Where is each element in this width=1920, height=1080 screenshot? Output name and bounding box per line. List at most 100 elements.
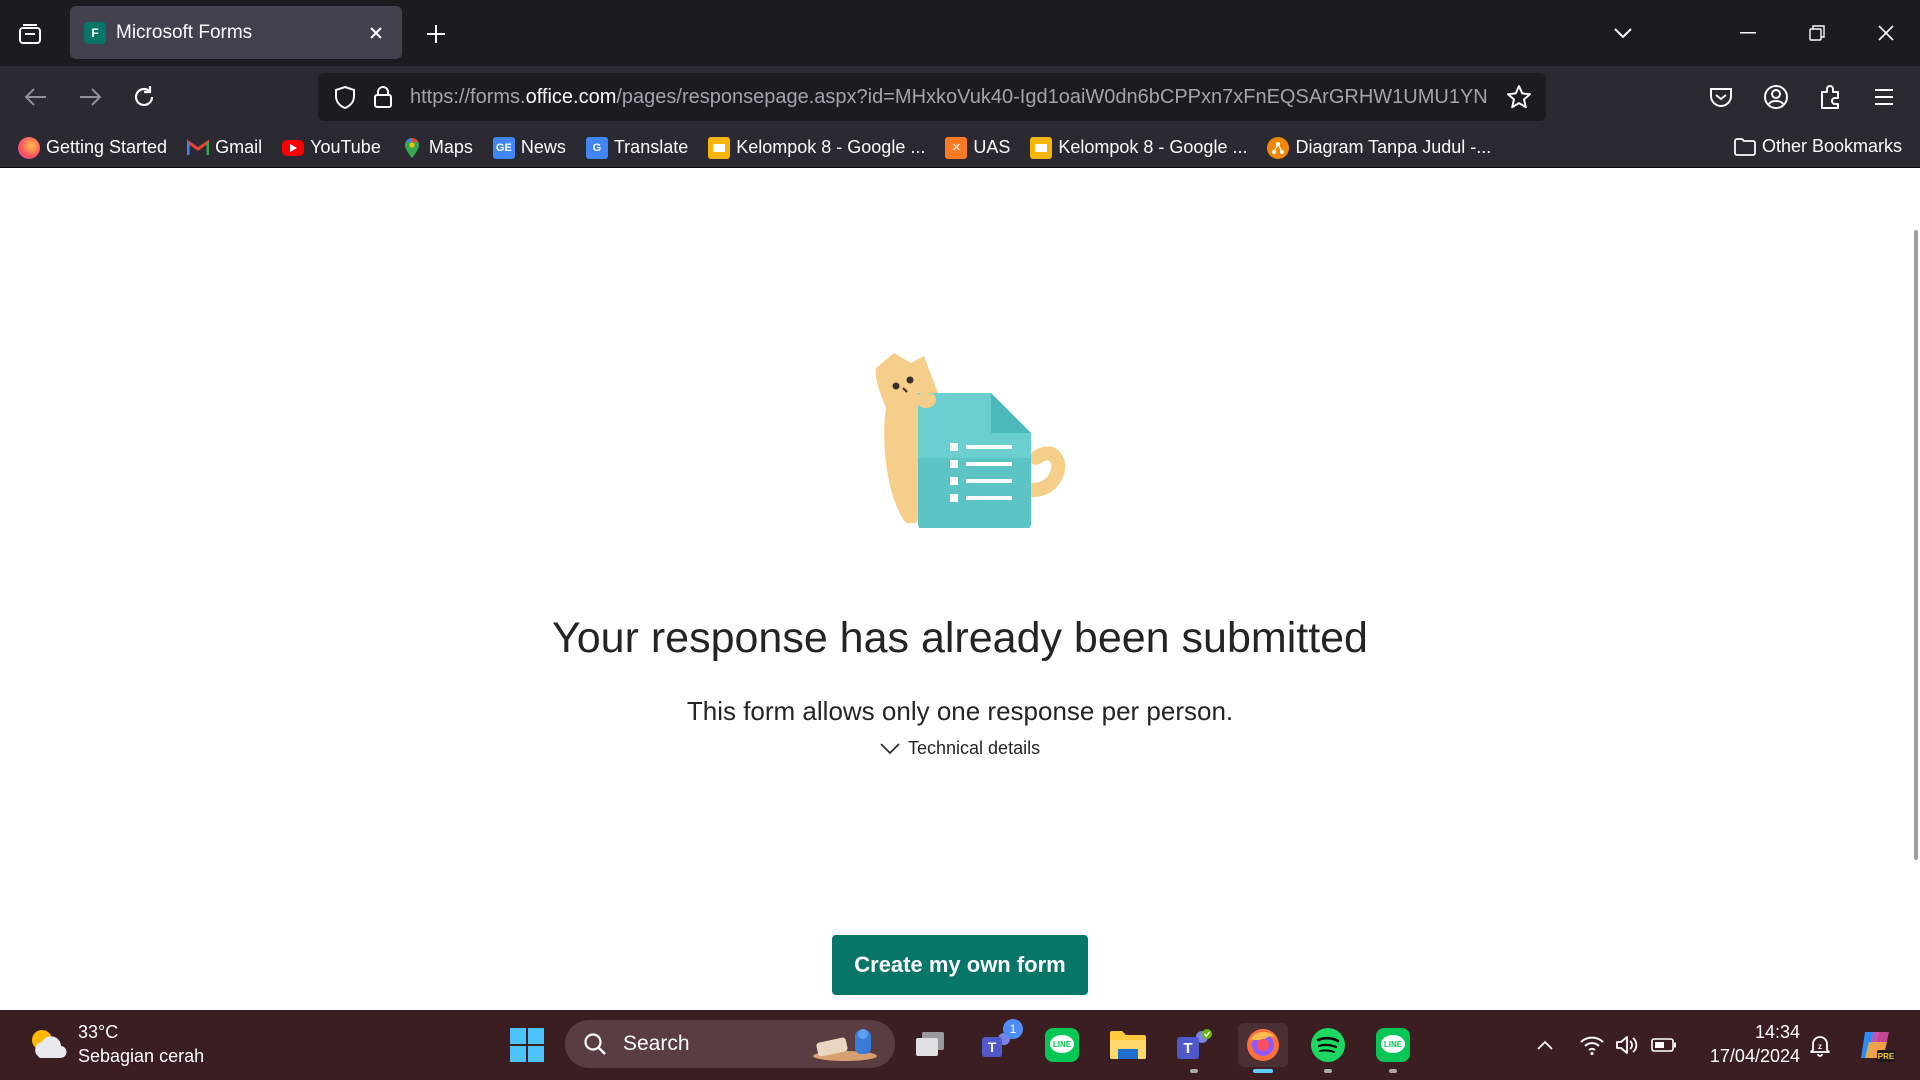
wifi-icon[interactable] — [1577, 1030, 1607, 1060]
back-arrow-icon[interactable] — [18, 79, 54, 115]
show-hidden-icons-chevron-up-icon[interactable] — [1530, 1030, 1560, 1060]
page-content: Your response has already been submitted… — [0, 168, 1920, 1010]
task-view-icon[interactable] — [908, 1023, 952, 1067]
firefox-taskbar-icon[interactable] — [1238, 1023, 1288, 1073]
svg-text:T: T — [988, 1039, 997, 1055]
bookmark-label: Maps — [428, 137, 473, 157]
reload-icon[interactable] — [126, 79, 162, 115]
start-button[interactable] — [505, 1023, 549, 1067]
xampp-icon: ✕ — [945, 136, 968, 159]
bookmark-youtube[interactable]: YouTube — [282, 137, 381, 158]
minimize-icon[interactable] — [1728, 14, 1768, 52]
bookmarks-toolbar: Getting Started Gmail YouTube Maps GE Ne… — [0, 128, 1920, 168]
line-app-icon[interactable]: LINE — [1040, 1023, 1084, 1067]
windows-taskbar: 33°C Sebagian cerah Search T 1 LINE T LI… — [0, 1010, 1920, 1080]
svg-text:T: T — [1183, 1040, 1192, 1057]
bookmark-label: Gmail — [215, 137, 263, 157]
search-highlight-illustration-icon — [809, 1026, 881, 1062]
line-taskbar-icon[interactable]: LINE — [1371, 1023, 1415, 1073]
svg-text:LINE: LINE — [1384, 1040, 1403, 1049]
weather-temperature: 33°C — [78, 1022, 119, 1042]
chevron-down-icon — [880, 740, 902, 758]
bookmark-translate[interactable]: G Translate — [585, 136, 689, 159]
navigation-toolbar: https://forms.office.com/pages/responsep… — [0, 66, 1920, 128]
bookmark-gmail[interactable]: Gmail — [187, 137, 262, 159]
close-window-icon[interactable] — [1866, 14, 1906, 52]
running-indicator — [1324, 1069, 1332, 1073]
google-translate-icon: G — [585, 136, 608, 159]
page-subtitle: This form allows only one response per p… — [686, 696, 1234, 726]
page-title: Your response has already been submitted — [552, 614, 1368, 662]
url-text[interactable]: https://forms.office.com/pages/responsep… — [410, 86, 1490, 109]
file-explorer-icon[interactable] — [1106, 1023, 1150, 1067]
weather-widget[interactable]: 33°C Sebagian cerah — [24, 1020, 204, 1068]
volume-icon[interactable] — [1613, 1030, 1643, 1060]
bookmark-news[interactable]: GE News — [492, 136, 566, 159]
browser-titlebar: F Microsoft Forms — [0, 0, 1920, 66]
bookmark-kelompok-8-a[interactable]: Kelompok 8 - Google ... — [708, 136, 926, 159]
restore-icon[interactable] — [1797, 14, 1837, 52]
bookmark-label: Translate — [613, 137, 689, 157]
bookmark-getting-started[interactable]: Getting Started — [18, 136, 168, 159]
weather-description: Sebagian cerah — [78, 1046, 205, 1066]
microsoft-teams-chat-icon[interactable]: T 1 — [975, 1019, 1023, 1067]
bookmark-label: Kelompok 8 - Google ... — [1058, 137, 1248, 157]
extensions-icon[interactable] — [1813, 79, 1849, 115]
bookmark-label: Kelompok 8 - Google ... — [736, 137, 926, 157]
search-icon — [581, 1030, 609, 1058]
address-bar[interactable]: https://forms.office.com/pages/responsep… — [318, 73, 1546, 121]
technical-details-label: Technical details — [908, 738, 1041, 758]
tab-title: Microsoft Forms — [116, 21, 253, 43]
other-bookmarks[interactable]: Other Bookmarks — [1734, 136, 1902, 157]
microsoft-teams-icon[interactable]: T — [1172, 1023, 1216, 1073]
notification-badge: 1 — [1003, 1019, 1023, 1039]
hamburger-menu-icon[interactable] — [1866, 79, 1902, 115]
new-tab-icon[interactable] — [420, 18, 452, 50]
clock-time: 14:34 — [1754, 1022, 1800, 1042]
tab-microsoft-forms[interactable]: F Microsoft Forms — [70, 6, 402, 59]
close-tab-icon[interactable] — [364, 21, 388, 45]
forward-arrow-icon[interactable] — [72, 79, 108, 115]
search-label: Search — [623, 1032, 690, 1055]
cat-with-form-illustration — [866, 348, 1076, 530]
tracking-protection-shield-icon[interactable] — [330, 82, 360, 112]
bookmark-label: News — [520, 137, 566, 157]
bookmark-uas[interactable]: ✕ UAS — [945, 136, 1011, 159]
pocket-icon[interactable] — [1703, 79, 1739, 115]
system-clock[interactable]: 14:34 17/04/2024 — [1690, 1020, 1800, 1068]
svg-text:PRE: PRE — [1878, 1052, 1895, 1061]
page-scrollbar[interactable] — [1914, 230, 1918, 860]
create-my-own-form-button[interactable]: Create my own form — [832, 935, 1088, 995]
tab-list-icon[interactable] — [14, 18, 46, 50]
firefox-icon — [18, 136, 40, 159]
maps-icon — [401, 137, 423, 159]
copilot-icon[interactable]: PRE — [1856, 1025, 1896, 1065]
battery-icon[interactable] — [1649, 1030, 1679, 1060]
google-news-icon: GE — [492, 136, 515, 159]
svg-text:z: z — [1818, 1042, 1822, 1051]
running-indicator — [1389, 1069, 1397, 1073]
active-indicator — [1253, 1069, 1273, 1073]
bookmark-label: UAS — [973, 137, 1011, 157]
notifications-bell-icon[interactable]: z — [1805, 1030, 1835, 1060]
lock-icon[interactable] — [368, 82, 398, 112]
taskbar-search[interactable]: Search — [565, 1020, 895, 1068]
account-icon[interactable] — [1758, 79, 1794, 115]
other-bookmarks-label: Other Bookmarks — [1761, 136, 1902, 156]
technical-details-toggle[interactable]: Technical details — [880, 738, 1040, 759]
bookmark-star-icon[interactable] — [1504, 82, 1534, 112]
url-prefix: https://forms. — [410, 85, 526, 108]
bookmark-label: Getting Started — [46, 137, 168, 157]
running-indicator — [1190, 1069, 1198, 1073]
spotify-icon[interactable] — [1306, 1023, 1350, 1073]
bookmark-diagram-tanpa-judul[interactable]: Diagram Tanpa Judul -... — [1267, 136, 1492, 159]
gmail-icon — [187, 137, 210, 159]
bookmark-label: Diagram Tanpa Judul -... — [1295, 137, 1492, 157]
url-path: /pages/responsepage.aspx?id=MHxkoVuk40-I… — [616, 85, 1488, 108]
partly-sunny-icon — [24, 1022, 68, 1066]
google-slides-icon — [1030, 136, 1053, 159]
bookmark-maps[interactable]: Maps — [401, 137, 473, 159]
clock-date: 17/04/2024 — [1709, 1046, 1800, 1066]
bookmark-kelompok-8-b[interactable]: Kelompok 8 - Google ... — [1030, 136, 1248, 159]
list-all-tabs-icon[interactable] — [1603, 14, 1643, 52]
